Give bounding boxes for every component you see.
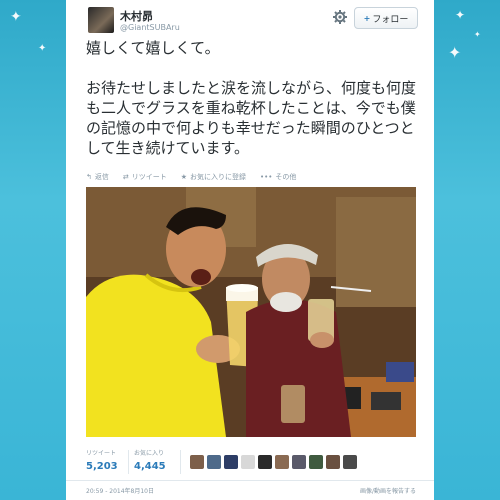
favoriters-avatars — [190, 455, 357, 469]
reply-button[interactable]: ↰ 返信 — [86, 172, 109, 182]
stats-divider — [128, 450, 129, 474]
reply-label: 返信 — [94, 173, 109, 181]
tweet-actions: ↰ 返信 ⇄ リツイート ★ お気に入りに登録 ••• その他 — [86, 171, 296, 183]
favoriter-avatar[interactable] — [275, 455, 289, 469]
favoriter-avatar[interactable] — [224, 455, 238, 469]
more-label: その他 — [275, 173, 297, 181]
sparkle-decoration: ✦ — [448, 43, 462, 62]
retweet-label: リツイート — [131, 173, 167, 181]
favorite-button[interactable]: ★ お気に入りに登録 — [181, 172, 246, 182]
footer-divider — [66, 480, 434, 481]
tweet-header: 木村昴 @GiantSUBAru + フォロー — [66, 0, 434, 40]
favorite-stat[interactable]: お気に入り 4,445 — [134, 448, 194, 472]
favoriter-avatar[interactable] — [343, 455, 357, 469]
favoriter-avatar[interactable] — [241, 455, 255, 469]
tweet-line-1: 嬉しくて嬉しくて。 — [86, 39, 220, 57]
user-handle[interactable]: @GiantSUBAru — [120, 23, 180, 32]
report-media-link[interactable]: 画像/動画を報告する — [360, 486, 416, 495]
favoriter-avatar[interactable] — [309, 455, 323, 469]
gear-icon[interactable] — [332, 9, 348, 25]
favoriter-avatar[interactable] — [326, 455, 340, 469]
favoriter-avatar[interactable] — [292, 455, 306, 469]
sparkle-decoration: ✦ — [455, 8, 466, 22]
tweet-card: 木村昴 @GiantSUBAru + フォロー 嬉しくて嬉しくて。 お待たせしま… — [66, 0, 434, 500]
sparkle-decoration: ✦ — [10, 9, 22, 25]
tweet-line-2: お待たせしましたと涙を流しながら、何度も何度も二人でグラスを重ね乾杯したことは、… — [86, 79, 417, 157]
more-button[interactable]: ••• その他 — [260, 172, 296, 182]
photo-image — [86, 187, 416, 437]
follow-plus-icon: + — [363, 13, 371, 23]
stats-divider — [180, 450, 181, 474]
avatar[interactable] — [88, 7, 114, 33]
follow-button[interactable]: + フォロー — [354, 7, 418, 29]
more-icon: ••• — [260, 173, 273, 181]
tweet-text: 嬉しくて嬉しくて。 お待たせしましたと涙を流しながら、何度も何度も二人でグラスを… — [86, 38, 422, 178]
favorite-count: 4,445 — [134, 461, 166, 472]
tweet-timestamp[interactable]: 20:59 - 2014年8月10日 — [86, 486, 154, 495]
retweet-icon: ⇄ — [122, 173, 129, 181]
retweet-button[interactable]: ⇄ リツイート — [123, 172, 167, 182]
favoriter-avatar[interactable] — [207, 455, 221, 469]
reply-icon: ↰ — [86, 173, 92, 181]
favoriter-avatar[interactable] — [190, 455, 204, 469]
star-icon: ★ — [180, 173, 188, 181]
tweet-photo[interactable] — [86, 187, 416, 437]
favorite-count-label: お気に入り — [134, 450, 165, 457]
display-name[interactable]: 木村昴 — [120, 8, 153, 24]
follow-label: フォロー — [372, 14, 409, 25]
sparkle-decoration: ✦ — [474, 30, 481, 39]
favoriter-avatar[interactable] — [258, 455, 272, 469]
sparkle-decoration: ✦ — [38, 43, 47, 54]
favorite-label: お気に入りに登録 — [190, 173, 247, 181]
